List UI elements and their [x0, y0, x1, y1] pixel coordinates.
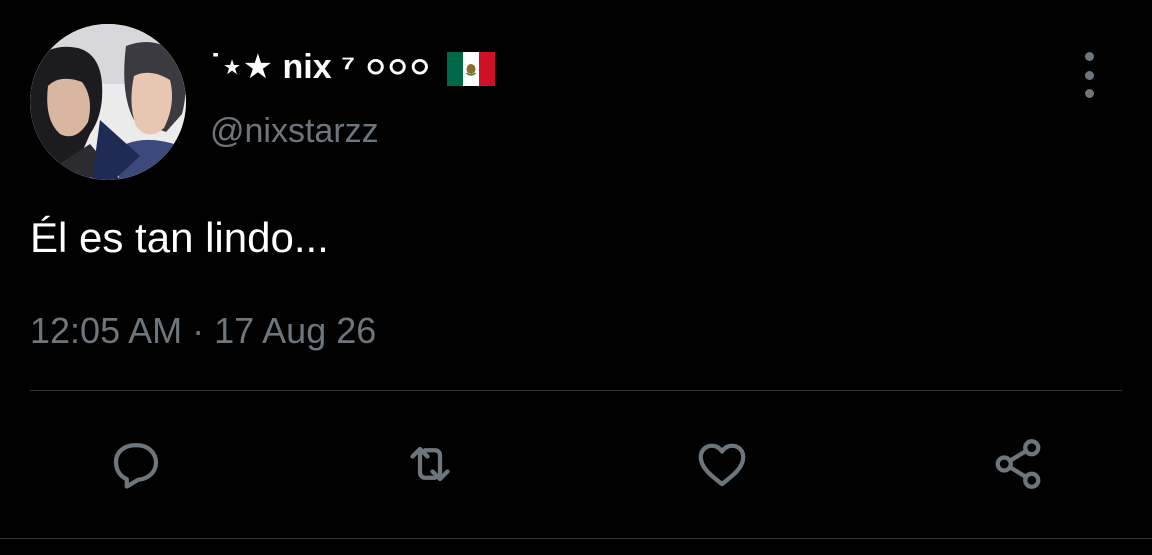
mexico-flag-icon — [446, 52, 495, 86]
divider — [30, 390, 1122, 391]
display-name-text: ˙⋆★ nix ⁷ ০০০ — [210, 47, 431, 86]
share-button[interactable] — [986, 432, 1050, 496]
retweet-button[interactable] — [398, 432, 462, 496]
display-name[interactable]: ˙⋆★ nix ⁷ ০০০ — [210, 44, 495, 94]
share-icon — [995, 439, 1041, 489]
user-handle[interactable]: @nixstarzz — [210, 112, 379, 151]
avatar[interactable] — [30, 24, 186, 180]
reply-icon — [113, 443, 159, 489]
tweet-timestamp[interactable]: 12:05 AM · 17 Aug 26 — [30, 310, 376, 352]
like-button[interactable] — [690, 432, 754, 496]
more-vertical-icon — [1084, 52, 1094, 61]
more-options-button[interactable] — [1070, 52, 1108, 98]
profile-photo — [30, 24, 186, 180]
tweet-text: Él es tan lindo... — [30, 214, 329, 261]
reply-button[interactable] — [104, 432, 168, 496]
more-dot — [1084, 89, 1094, 98]
retweet-icon — [410, 446, 450, 482]
bottom-divider — [0, 538, 1152, 539]
more-dot — [1084, 70, 1094, 80]
heart-icon — [698, 443, 746, 487]
